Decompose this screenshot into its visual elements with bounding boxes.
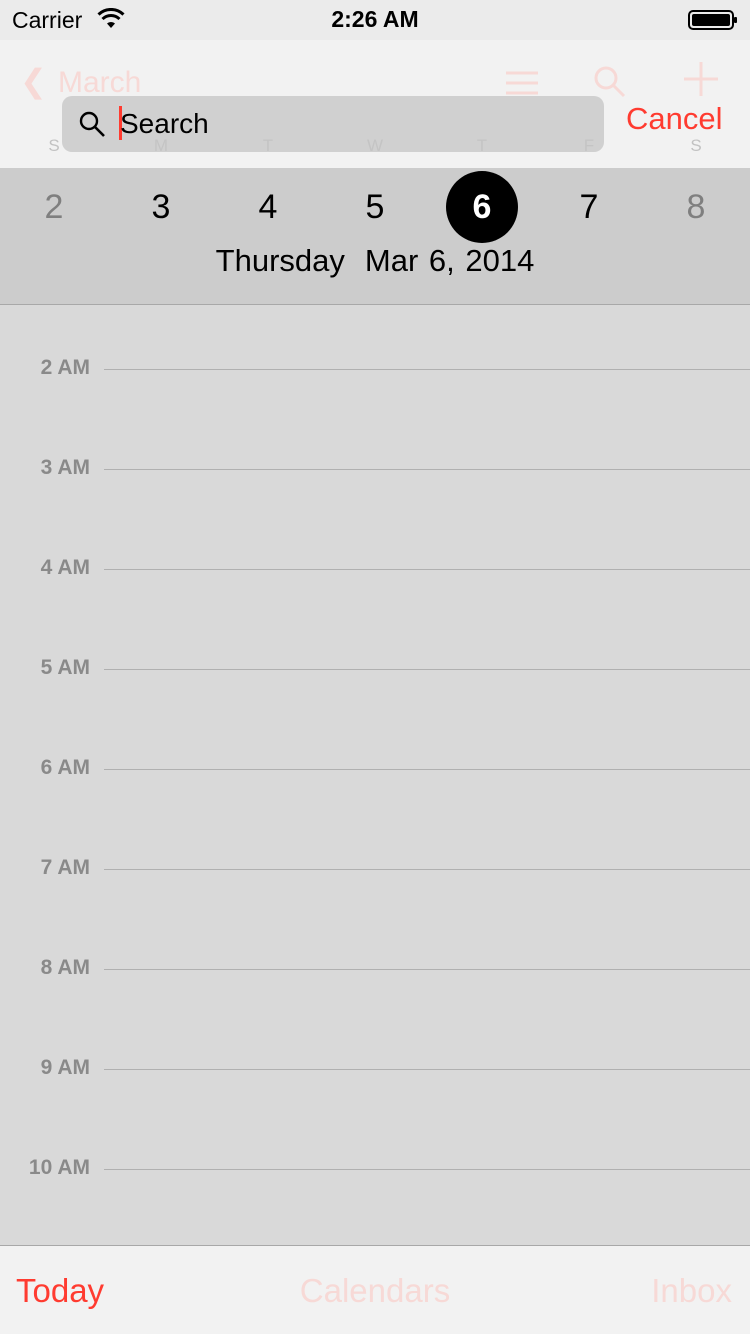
selected-date-label: Thursday Mar 6, 2014 <box>0 243 750 279</box>
day-cell-selected[interactable]: 6 <box>446 171 518 243</box>
list-icon <box>506 71 538 95</box>
tab-bar: Today Calendars Inbox <box>0 1245 750 1334</box>
search-icon <box>594 66 626 98</box>
week-strip: 2 3 4 5 6 7 8 Thursday Mar 6, 2014 <box>0 168 750 305</box>
weekday-letter: S <box>690 136 702 155</box>
hour-row[interactable]: 7 AM <box>0 856 750 886</box>
status-bar: Carrier 2:26 AM <box>0 0 750 40</box>
day-cell[interactable]: 8 <box>660 171 732 243</box>
hour-row[interactable]: 10 AM <box>0 1156 750 1186</box>
chevron-left-icon: ❮ <box>20 63 47 99</box>
hour-label: 3 AM <box>40 456 90 479</box>
hour-row[interactable]: 2 AM <box>0 356 750 386</box>
hour-row[interactable]: 5 AM <box>0 656 750 686</box>
tab-calendars[interactable]: Calendars <box>0 1272 750 1310</box>
hour-divider <box>104 469 750 470</box>
hour-row[interactable]: 3 AM <box>0 456 750 486</box>
hour-divider <box>104 1169 750 1170</box>
tab-inbox[interactable]: Inbox <box>651 1272 732 1310</box>
hour-label: 7 AM <box>40 856 90 879</box>
search-icon <box>79 111 105 137</box>
day-timeline[interactable]: 2 AM 3 AM 4 AM 5 AM 6 AM 7 AM 8 AM 9 AM … <box>0 306 750 1245</box>
hour-label: 10 AM <box>28 1156 90 1179</box>
battery-icon <box>688 10 737 30</box>
plus-icon <box>684 62 718 96</box>
day-cell[interactable]: 5 <box>339 171 411 243</box>
hour-label: 6 AM <box>40 756 90 779</box>
hour-divider <box>104 869 750 870</box>
hour-divider <box>104 569 750 570</box>
hour-label: 8 AM <box>40 956 90 979</box>
hour-row[interactable]: 9 AM <box>0 1056 750 1086</box>
search-input[interactable] <box>120 104 590 144</box>
hour-row[interactable]: 6 AM <box>0 756 750 786</box>
day-cell[interactable]: 7 <box>553 171 625 243</box>
hour-divider <box>104 1069 750 1070</box>
hour-label: 9 AM <box>40 1056 90 1079</box>
status-time: 2:26 AM <box>331 6 419 32</box>
day-cell[interactable]: 3 <box>125 171 197 243</box>
hour-label: 2 AM <box>40 356 90 379</box>
hour-row[interactable]: 8 AM <box>0 956 750 986</box>
day-cell[interactable]: 4 <box>232 171 304 243</box>
back-month-label: March <box>58 66 142 99</box>
hour-label: 5 AM <box>40 656 90 679</box>
hour-divider <box>104 969 750 970</box>
hour-label: 4 AM <box>40 556 90 579</box>
hour-divider <box>104 369 750 370</box>
hour-row[interactable]: 4 AM <box>0 556 750 586</box>
day-cell[interactable]: 2 <box>18 171 90 243</box>
hour-divider <box>104 669 750 670</box>
hour-divider <box>104 769 750 770</box>
selected-full-date: Mar 6, 2014 <box>364 243 535 278</box>
search-field[interactable] <box>62 96 604 152</box>
cancel-button[interactable]: Cancel <box>626 101 723 137</box>
selected-weekday: Thursday <box>215 243 345 278</box>
